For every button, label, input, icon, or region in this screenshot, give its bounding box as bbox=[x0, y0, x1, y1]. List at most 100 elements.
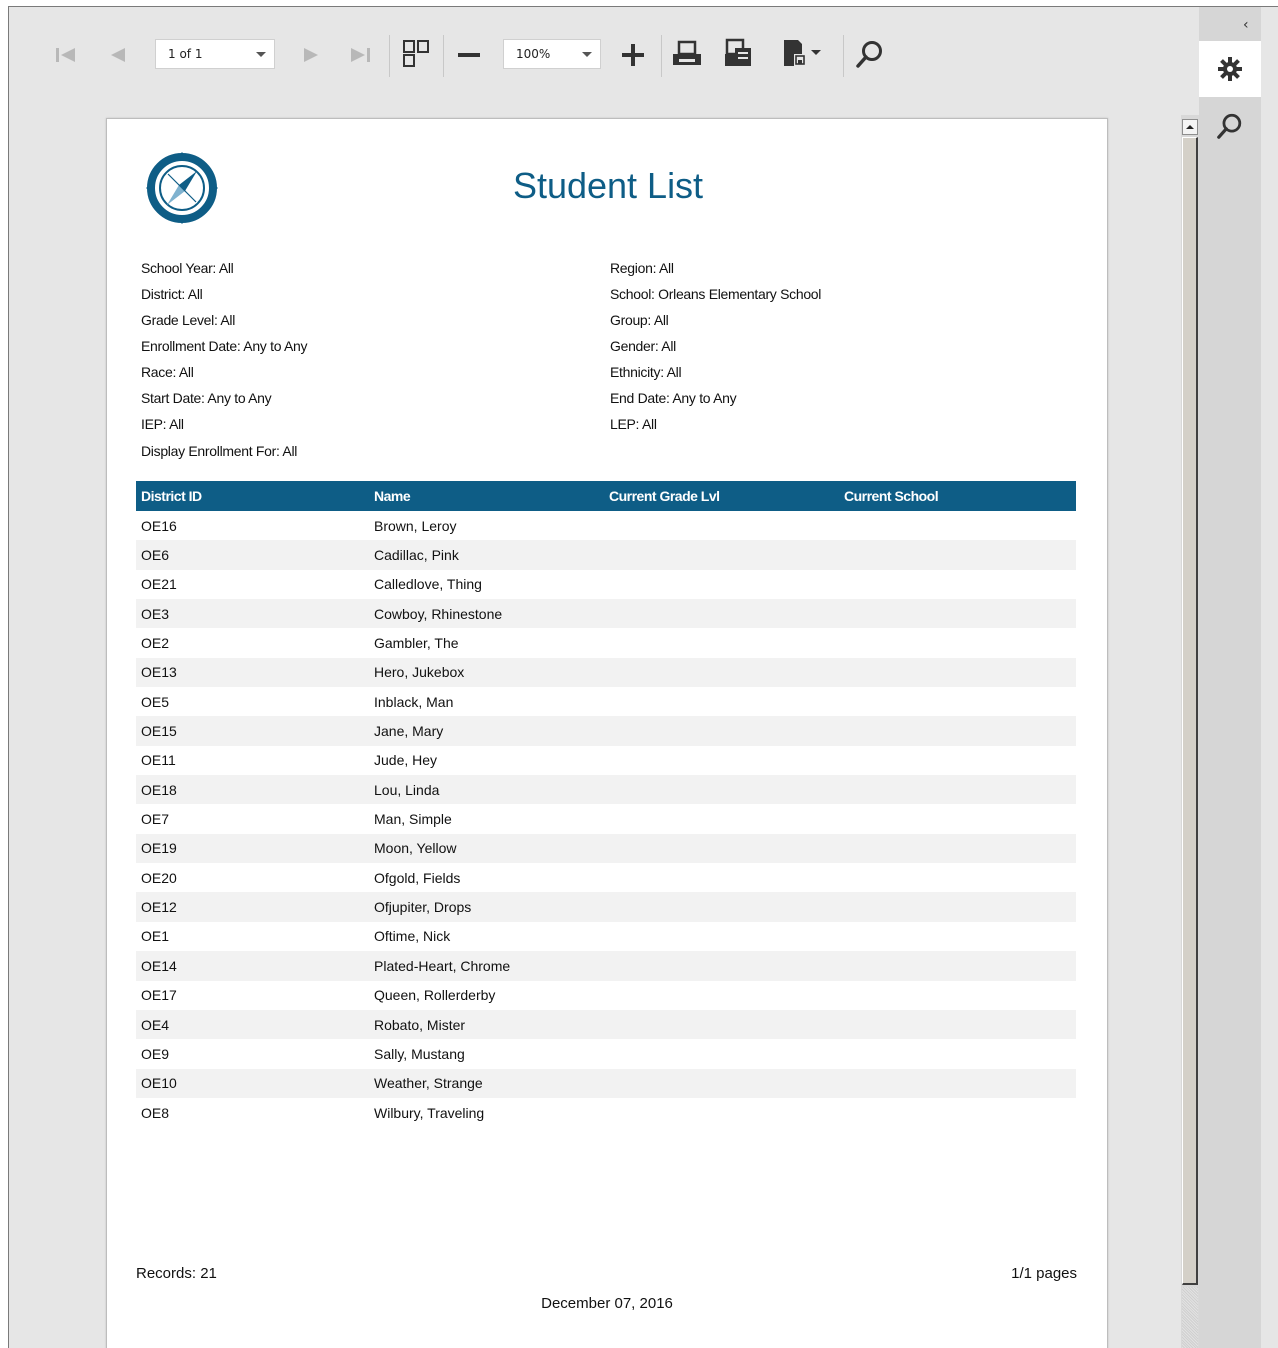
cell-name: Brown, Leroy bbox=[374, 517, 457, 534]
param-region: Region: All bbox=[610, 260, 674, 276]
cell-district-id: OE4 bbox=[141, 1016, 170, 1033]
next-page-icon bbox=[304, 48, 318, 62]
cell-name: Weather, Strange bbox=[374, 1075, 483, 1092]
cell-name: Cowboy, Rhinestone bbox=[374, 605, 503, 622]
param-gender: Gender: All bbox=[610, 338, 676, 354]
cell-district-id: OE20 bbox=[141, 869, 177, 886]
scroll-up-button[interactable] bbox=[1182, 119, 1198, 135]
printer-icon bbox=[673, 40, 701, 65]
print-button[interactable] bbox=[669, 37, 705, 71]
table-row: OE10 Weather, Strange bbox=[136, 1068, 1076, 1098]
cell-district-id: OE16 bbox=[141, 517, 177, 534]
table-row: OE21 Calledlove, Thing bbox=[136, 570, 1076, 599]
toolbar-separator bbox=[389, 35, 390, 77]
report-viewer-window: 1 of 1 100% Student List School Year: Al… bbox=[8, 6, 1278, 1348]
table-row: OE8 Wilbury, Traveling bbox=[136, 1098, 1076, 1127]
cell-name: Hero, Jukebox bbox=[374, 664, 465, 681]
cell-district-id: OE1 bbox=[141, 928, 170, 945]
cell-name: Sally, Mustang bbox=[374, 1045, 465, 1062]
table-row: OE11 Jude, Hey bbox=[136, 746, 1076, 775]
param-race: Race: All bbox=[141, 364, 194, 380]
cell-name: Jane, Mary bbox=[374, 723, 444, 740]
previous-page-button[interactable] bbox=[105, 43, 129, 67]
report-viewport[interactable]: Student List School Year: All District: … bbox=[9, 107, 1181, 1348]
table-row: OE7 Man, Simple bbox=[136, 804, 1076, 833]
last-page-icon bbox=[351, 48, 370, 62]
param-enrollment-date: Enrollment Date: Any to Any bbox=[141, 338, 308, 354]
footer-date: December 07, 2016 bbox=[541, 1295, 673, 1312]
toolbar-separator bbox=[661, 35, 662, 77]
cell-name: Inblack, Man bbox=[374, 693, 454, 710]
first-page-button[interactable] bbox=[51, 43, 79, 67]
last-page-button[interactable] bbox=[345, 43, 377, 67]
param-ethnicity: Ethnicity: All bbox=[610, 364, 682, 380]
cell-district-id: OE11 bbox=[141, 752, 176, 769]
cell-name: Ofgold, Fields bbox=[374, 869, 461, 886]
cell-name: Moon, Yellow bbox=[374, 840, 457, 857]
zoom-selector[interactable]: 100% bbox=[503, 39, 601, 69]
search-icon bbox=[1217, 113, 1242, 139]
student-table: District ID Name Current Grade Lvl Curre… bbox=[136, 481, 1076, 1127]
table-row: OE15 Jane, Mary bbox=[136, 716, 1076, 746]
cell-district-id: OE21 bbox=[141, 576, 177, 593]
chevron-down-icon bbox=[582, 52, 592, 57]
cell-district-id: OE9 bbox=[141, 1045, 170, 1062]
cell-name: Robato, Mister bbox=[374, 1016, 466, 1033]
vertical-scrollbar[interactable] bbox=[1181, 115, 1199, 1348]
first-page-icon bbox=[56, 48, 75, 62]
table-row: OE16 Brown, Leroy bbox=[136, 511, 1076, 540]
param-start-date: Start Date: Any to Any bbox=[141, 390, 272, 406]
print-page-button[interactable] bbox=[721, 37, 757, 71]
table-row: OE17 Queen, Rollerderby bbox=[136, 981, 1076, 1010]
cell-name: Wilbury, Traveling bbox=[374, 1104, 485, 1121]
column-header-current-grade: Current Grade Lvl bbox=[609, 488, 720, 504]
cell-district-id: OE8 bbox=[141, 1104, 170, 1121]
cell-district-id: OE15 bbox=[141, 723, 177, 740]
zoom-value: 100% bbox=[516, 47, 551, 61]
param-iep: IEP: All bbox=[141, 416, 184, 432]
cell-name: Queen, Rollerderby bbox=[374, 987, 496, 1004]
cell-district-id: OE13 bbox=[141, 664, 177, 681]
cell-district-id: OE7 bbox=[141, 811, 170, 828]
table-row: OE18 Lou, Linda bbox=[136, 775, 1076, 805]
cell-district-id: OE5 bbox=[141, 693, 170, 710]
zoom-in-button[interactable] bbox=[619, 41, 647, 69]
cell-name: Jude, Hey bbox=[374, 752, 438, 769]
zoom-out-button[interactable] bbox=[455, 43, 483, 67]
column-header-current-school: Current School bbox=[844, 488, 939, 504]
cell-district-id: OE19 bbox=[141, 840, 177, 857]
param-group: Group: All bbox=[610, 312, 669, 328]
cell-district-id: OE17 bbox=[141, 987, 177, 1004]
export-button[interactable] bbox=[775, 37, 827, 71]
cell-name: Oftime, Nick bbox=[374, 928, 451, 945]
cell-district-id: OE12 bbox=[141, 899, 177, 916]
multi-page-button[interactable] bbox=[399, 37, 433, 71]
cell-district-id: OE3 bbox=[141, 605, 170, 622]
param-school: School: Orleans Elementary School bbox=[610, 286, 822, 302]
cell-name: Calledlove, Thing bbox=[374, 576, 482, 593]
table-row: OE1 Oftime, Nick bbox=[136, 922, 1076, 951]
param-display-enrollment: Display Enrollment For: All bbox=[141, 443, 298, 459]
cell-name: Gambler, The bbox=[374, 635, 459, 652]
cell-district-id: OE18 bbox=[141, 781, 177, 798]
toolbar-separator bbox=[443, 35, 444, 77]
cell-district-id: OE14 bbox=[141, 957, 177, 974]
scroll-track[interactable] bbox=[1182, 1287, 1198, 1348]
parameters-right: Region: All School: Orleans Elementary S… bbox=[610, 255, 821, 437]
tab-search[interactable] bbox=[1199, 99, 1261, 153]
table-row: OE6 Cadillac, Pink bbox=[136, 540, 1076, 570]
report-title: Student List bbox=[512, 165, 704, 206]
table-row: OE9 Sally, Mustang bbox=[136, 1039, 1076, 1068]
collapse-panel-button[interactable]: ‹ bbox=[1243, 17, 1249, 33]
page-selector[interactable]: 1 of 1 bbox=[155, 39, 275, 69]
search-button[interactable] bbox=[853, 37, 887, 71]
print-page-icon bbox=[725, 38, 751, 66]
cell-name: Cadillac, Pink bbox=[374, 547, 459, 564]
column-header-name: Name bbox=[374, 488, 411, 504]
tab-properties[interactable] bbox=[1199, 41, 1261, 97]
table-row: OE3 Cowboy, Rhinestone bbox=[136, 599, 1076, 629]
page-count: 1/1 pages bbox=[1011, 1265, 1077, 1282]
scroll-thumb[interactable] bbox=[1182, 137, 1198, 1285]
param-end-date: End Date: Any to Any bbox=[610, 390, 737, 406]
next-page-button[interactable] bbox=[299, 43, 323, 67]
